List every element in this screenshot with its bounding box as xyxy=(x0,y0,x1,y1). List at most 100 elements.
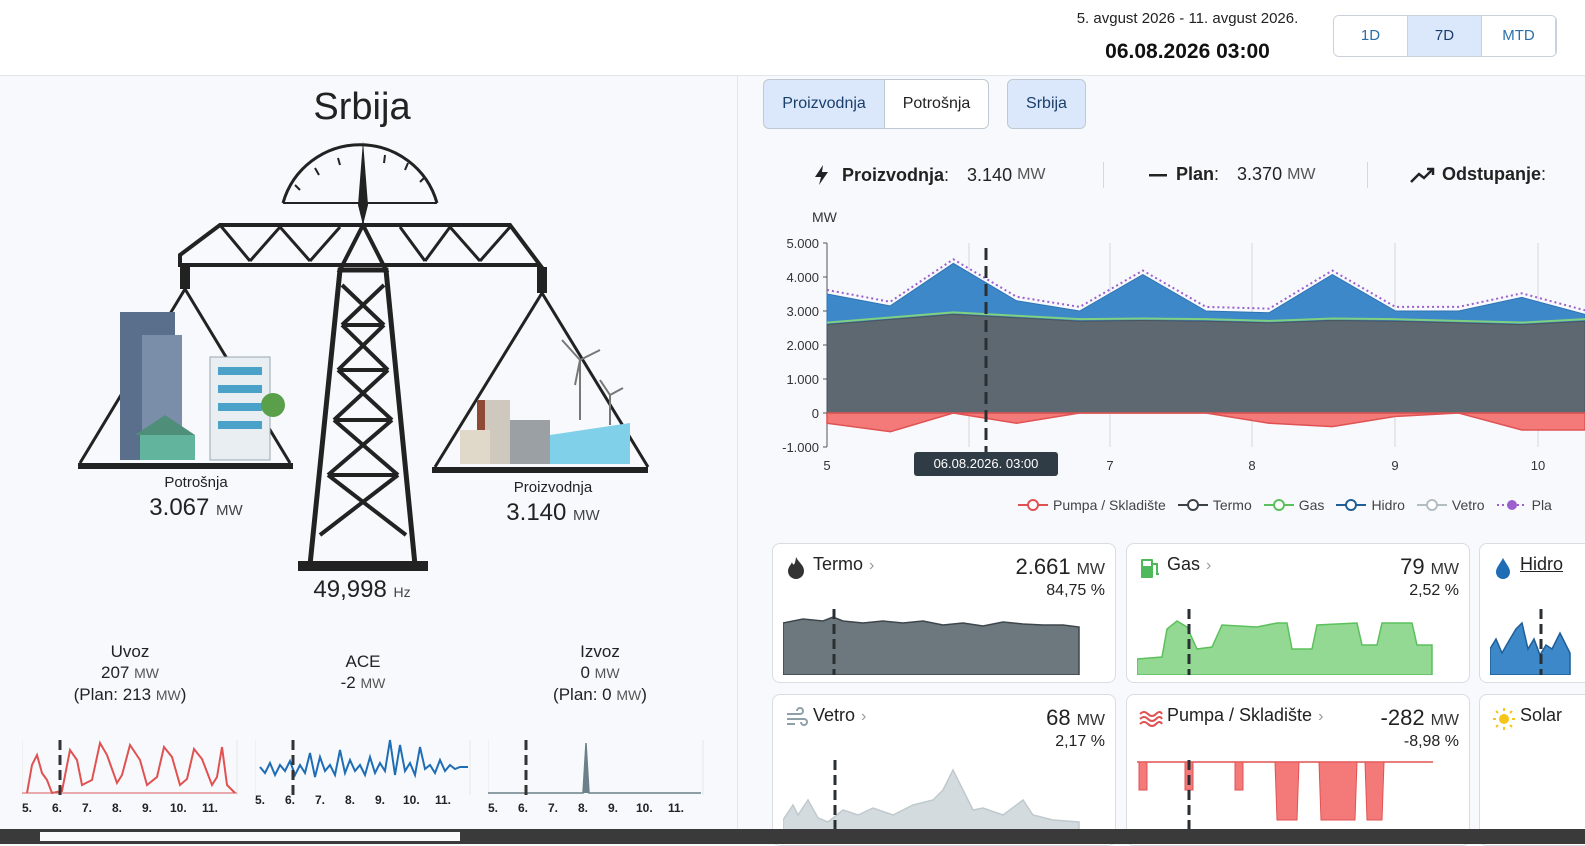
import-tick-label: 10. xyxy=(170,801,187,815)
y-tick-label: 5.000 xyxy=(786,236,819,251)
kpi-divider xyxy=(1367,162,1368,188)
y-tick-label: 0 xyxy=(812,406,819,421)
card-termo-pct: 84,75 % xyxy=(1046,582,1105,599)
top-bar: 5. avgust 2026 - 11. avgust 2026. 06.08.… xyxy=(0,0,1585,76)
legend-plan[interactable]: Pla xyxy=(1496,497,1552,513)
import-stat: Uvoz 207 MW (Plan: 213 MW) xyxy=(73,642,187,704)
trend-up-icon xyxy=(1410,167,1435,183)
card-solar[interactable]: Solar xyxy=(1479,694,1585,846)
export-tick-label: 7. xyxy=(548,801,558,815)
import-tick-label: 7. xyxy=(82,801,92,815)
export-tick-label: 10. xyxy=(636,801,653,815)
pumpa-area xyxy=(826,412,1585,433)
y-tick-label: 1.000 xyxy=(786,372,819,387)
hidro-mini-chart xyxy=(1490,609,1571,675)
tab-production[interactable]: Proizvodnja xyxy=(763,79,885,129)
card-termo-value: 2.661 xyxy=(1015,554,1071,579)
horizontal-scrollbar[interactable] xyxy=(0,829,1585,844)
x-tick-label: 8 xyxy=(1248,458,1255,473)
export-tick-label: 8. xyxy=(578,801,588,815)
vetro-mini-chart xyxy=(783,760,1080,840)
scrollbar-thumb[interactable] xyxy=(40,832,460,841)
import-tick-label: 5. xyxy=(22,801,32,815)
import-tick-label: 6. xyxy=(52,801,62,815)
legend-vetro[interactable]: Vetro xyxy=(1416,497,1485,513)
termo-area xyxy=(826,313,1585,414)
x-tick-label: 9 xyxy=(1391,458,1398,473)
kpi-deviation: Odstupanje: xyxy=(1410,164,1546,185)
region-button[interactable]: Srbija xyxy=(1007,79,1086,129)
gas-mini-chart xyxy=(1137,609,1433,675)
ace-tick-label: 11. xyxy=(435,793,451,807)
import-tick-label: 11. xyxy=(202,801,218,815)
ace-tick-label: 10. xyxy=(403,793,420,807)
waves-icon xyxy=(1139,711,1163,727)
ace-sparkline: 5. 6. 7. 8. 9. 10. 11. xyxy=(255,739,471,807)
card-pumpa-pct: -8,98 % xyxy=(1403,733,1459,750)
period-selector: 1D 7D MTD xyxy=(1333,15,1557,57)
ace-tick-label: 7. xyxy=(315,793,325,807)
dash-icon xyxy=(1149,173,1167,176)
kpi-divider xyxy=(1103,162,1104,188)
legend-marker-icon xyxy=(1336,499,1367,511)
export-tick-label: 9. xyxy=(608,801,618,815)
card-termo-name: Termo xyxy=(813,554,864,574)
export-tick-label: 6. xyxy=(518,801,528,815)
x-tick-label: 5 xyxy=(823,458,830,473)
date-range: 5. avgust 2026 - 11. avgust 2026. xyxy=(1076,10,1299,27)
cursor-tooltip: 06.08.2026. 03:00 xyxy=(914,452,1058,476)
sun-icon xyxy=(1493,708,1515,730)
x-tick-label: 10 xyxy=(1531,458,1545,473)
import-sparkline: 5. 6. 7. 8. 9. 10. 11. xyxy=(22,740,238,815)
production-label: Proizvodnja xyxy=(513,479,593,496)
current-time: 06.08.2026 03:00 xyxy=(1105,40,1270,63)
legend-pumpa[interactable]: Pumpa / Skladište xyxy=(1018,497,1166,513)
x-tick-label: 7 xyxy=(1106,458,1113,473)
legend-hidro[interactable]: Hidro xyxy=(1336,497,1405,513)
y-tick-label: 4.000 xyxy=(786,270,819,285)
termo-mini-chart xyxy=(783,609,1080,675)
y-tick-label: -1.000 xyxy=(782,440,819,455)
page-title: Srbija xyxy=(313,86,411,128)
ace-tick-label: 8. xyxy=(345,793,355,807)
legend-marker-icon xyxy=(1177,499,1208,511)
card-solar-name: Solar xyxy=(1520,705,1563,725)
card-pumpa[interactable]: Pumpa / Skladište › -282 MW -8,98 % xyxy=(1126,694,1470,846)
export-tick-label: 5. xyxy=(488,801,498,815)
period-1d-button[interactable]: 1D xyxy=(1334,16,1408,56)
legend-marker-icon xyxy=(1263,499,1294,511)
legend-termo[interactable]: Termo xyxy=(1177,497,1252,513)
frequency-value: 49,998 Hz xyxy=(313,576,411,603)
ace-tick-label: 6. xyxy=(285,793,295,807)
kpi-production: Proizvodnja: 3.140 MW xyxy=(812,164,1046,186)
legend-gas[interactable]: Gas xyxy=(1263,497,1324,513)
cursor-label: 06.08.2026. 03:00 xyxy=(934,456,1039,471)
card-termo[interactable]: Termo › 2.661 MW 84,75 % xyxy=(772,543,1116,683)
legend-marker-icon xyxy=(1018,499,1048,511)
card-vetro-name: Vetro xyxy=(813,705,856,725)
water-drop-icon xyxy=(1496,558,1510,579)
ace-tick-label: 9. xyxy=(375,793,385,807)
ace-stat: ACE -2 MW xyxy=(340,652,386,692)
import-tick-label: 9. xyxy=(142,801,152,815)
ace-tick-label: 5. xyxy=(255,793,265,807)
card-pumpa-value: -282 xyxy=(1380,705,1425,730)
period-7d-button[interactable]: 7D xyxy=(1408,16,1482,56)
tab-consumption[interactable]: Potrošnja xyxy=(884,79,989,129)
card-hidro-name: Hidro xyxy=(1520,554,1564,574)
y-tick-label: 2.000 xyxy=(786,338,819,353)
card-gas-pct: 2,52 % xyxy=(1409,582,1459,599)
legend-marker-icon xyxy=(1416,499,1447,511)
production-chart[interactable]: MW 5.000 4.000 3.000 2.000 1.000 0 -1.000 5 7 8 9… xyxy=(770,200,1585,480)
flame-icon xyxy=(788,557,804,579)
card-hidro[interactable]: Hidro xyxy=(1479,543,1585,683)
production-value: 3.140 MW xyxy=(506,499,600,526)
import-tick-label: 8. xyxy=(112,801,122,815)
legend-marker-icon xyxy=(1496,500,1527,510)
export-sparkline: 5. 6. 7. 8. 9. 10. 11. xyxy=(488,740,704,815)
export-stat: Izvoz 0 MW (Plan: 0 MW) xyxy=(553,642,647,704)
period-mtd-button[interactable]: MTD xyxy=(1482,16,1556,56)
wind-icon xyxy=(787,707,808,726)
card-gas[interactable]: Gas › 79 MW 2,52 % xyxy=(1126,543,1470,683)
card-vetro[interactable]: Vetro › 68 MW 2,17 % xyxy=(772,694,1116,846)
